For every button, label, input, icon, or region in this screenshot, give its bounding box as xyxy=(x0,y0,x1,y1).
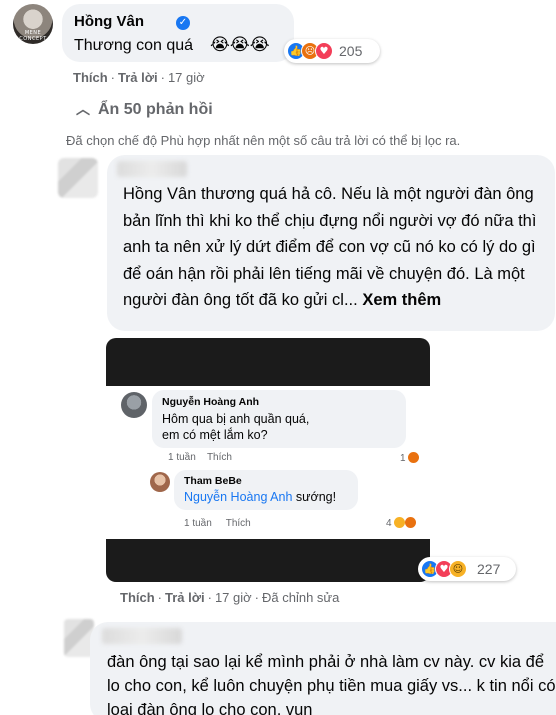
screenshot-reactions: 4 xyxy=(386,517,416,529)
comment-bubble: Hồng Vân ✓ Thương con quá 😭😭😭 xyxy=(62,4,294,62)
reply-text-body: Hồng Vân thương quá hả cô. Nếu là một ng… xyxy=(123,185,537,309)
screenshot-reply-bubble: Tham BeBe Nguyễn Hoàng Anh sướng! xyxy=(174,470,358,510)
blurred-author-name xyxy=(117,161,187,177)
screenshot-reply-body: sướng! xyxy=(295,490,337,504)
screenshot-mention: Nguyễn Hoàng Anh xyxy=(184,490,293,504)
comment-actions: Thích · Trả lời · 17 giờ xyxy=(73,70,205,85)
screenshot-author: Nguyễn Hoàng Anh xyxy=(162,396,260,408)
hide-replies-label: Ẩn 50 phản hồi xyxy=(98,101,213,118)
timestamp[interactable]: 17 giờ xyxy=(215,590,252,605)
like-link[interactable]: Thích xyxy=(120,590,155,605)
filter-notice: Đã chọn chế độ Phù hợp nhất nên một số c… xyxy=(66,133,461,148)
screenshot-react-count: 4 xyxy=(386,518,392,529)
comment-text: Thương con quá xyxy=(74,37,194,54)
love-reaction-icon: ♥ xyxy=(315,42,333,60)
angry-reaction-icon xyxy=(407,452,419,463)
reply-bubble: Hồng Vân thương quá hả cô. Nếu là một ng… xyxy=(107,155,555,331)
screenshot-content: Nguyễn Hoàng Anh Hôm qua bị anh quần quá… xyxy=(106,386,430,539)
timestamp[interactable]: 17 giờ xyxy=(168,70,205,85)
haha-reaction-icon xyxy=(393,517,405,528)
screenshot-like: Thích xyxy=(206,452,232,463)
screenshot-time: 1 tuần xyxy=(168,452,196,463)
reaction-summary[interactable]: 👍 ☹ ♥ 205 xyxy=(284,39,380,63)
screenshot-react-count: 1 xyxy=(400,453,406,464)
comment-author[interactable]: Hồng Vân xyxy=(74,13,144,30)
angry-reaction-icon xyxy=(404,517,416,528)
screenshot-reactions: 1 xyxy=(400,452,419,464)
blurred-avatar[interactable] xyxy=(58,158,98,198)
edited-label: Đã chỉnh sửa xyxy=(262,590,340,605)
reply-link[interactable]: Trả lời xyxy=(118,70,158,85)
attached-image[interactable]: Nguyễn Hoàng Anh Hôm qua bị anh quần quá… xyxy=(106,338,430,582)
reaction-count: 227 xyxy=(477,561,501,577)
haha-reaction-icon: ☺ xyxy=(449,560,467,578)
avatar[interactable]: MENE CONCEPT xyxy=(13,4,53,44)
reply-link[interactable]: Trả lời xyxy=(165,590,205,605)
like-link[interactable]: Thích xyxy=(73,70,108,85)
screenshot-avatar xyxy=(121,392,147,418)
screenshot-meta: 1 tuần Thích xyxy=(168,452,232,463)
screenshot-like: Thích xyxy=(225,518,251,529)
reply-text: đàn ông tại sao lại kể mình phải ở nhà l… xyxy=(107,653,556,715)
reply-actions: Thích · Trả lời · 17 giờ · Đã chỉnh sửa xyxy=(120,590,340,605)
reply-text: Hồng Vân thương quá hả cô. Nếu là một ng… xyxy=(123,181,543,314)
screenshot-reply-text: Nguyễn Hoàng Anh sướng! xyxy=(184,489,336,505)
avatar-logo-text: MENE CONCEPT xyxy=(19,30,47,42)
blurred-author-name xyxy=(102,628,182,644)
screenshot-comment-bubble: Nguyễn Hoàng Anh Hôm qua bị anh quần quá… xyxy=(152,390,406,448)
crying-emoji-icon: 😭😭😭 xyxy=(210,35,270,55)
reaction-summary[interactable]: 👍 ♥ ☺ 227 xyxy=(418,557,516,581)
screenshot-avatar xyxy=(150,472,170,492)
screenshot-comment-text: Hôm qua bị anh quần quá, em có mệt lắm k… xyxy=(162,412,310,442)
see-more-link[interactable]: Xem thêm xyxy=(362,291,441,309)
chevron-up-icon: ︿ xyxy=(76,101,90,117)
verified-badge-icon: ✓ xyxy=(176,16,190,30)
reaction-count: 205 xyxy=(339,43,363,59)
reply-bubble: đàn ông tại sao lại kể mình phải ở nhà l… xyxy=(90,622,556,715)
screenshot-author: Tham BeBe xyxy=(184,475,242,487)
screenshot-time: 1 tuần xyxy=(184,518,212,529)
screenshot-meta: 1 tuần Thích xyxy=(184,518,251,529)
hide-replies-button[interactable]: ︿ Ẩn 50 phản hồi xyxy=(76,99,213,119)
